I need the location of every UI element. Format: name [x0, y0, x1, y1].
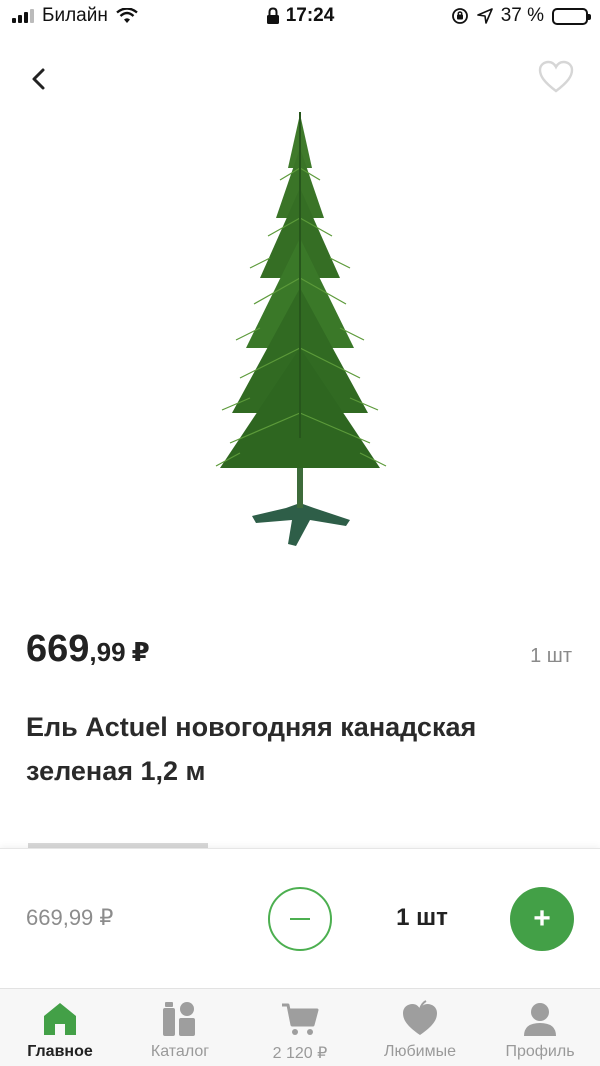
tab-favorites-label: Любимые	[384, 1043, 456, 1060]
status-bar: Билайн 17:24 37 %	[0, 0, 600, 34]
tab-favorites[interactable]: Любимые	[360, 989, 480, 1066]
orientation-lock-icon	[451, 8, 468, 24]
price-fraction: ,99	[89, 637, 126, 667]
battery-percent: 37 %	[500, 5, 544, 26]
quantity-value: 1 шт	[396, 904, 448, 931]
battery-icon	[552, 7, 591, 25]
price-integer: 669	[26, 628, 90, 670]
profile-icon	[524, 1003, 556, 1036]
tab-catalog-label: Каталог	[150, 1043, 210, 1060]
tab-cart[interactable]: 2 120 ₽	[240, 989, 360, 1066]
heart-icon	[403, 1000, 437, 1035]
christmas-tree-image	[215, 112, 387, 546]
home-icon	[44, 1003, 76, 1035]
tab-profile-label: Профиль	[505, 1043, 575, 1060]
minus-icon	[290, 917, 310, 921]
tab-catalog[interactable]: Каталог	[120, 989, 240, 1066]
cart-icon	[282, 1003, 319, 1035]
tab-profile[interactable]: Профиль	[480, 989, 600, 1066]
purchase-price: 669,99 ₽	[26, 905, 114, 930]
product-price: 669,99 ₽	[26, 628, 150, 671]
tab-home-label: Главное	[27, 1043, 93, 1060]
chevron-left-icon	[32, 68, 45, 90]
plus-icon: +	[533, 902, 551, 935]
location-arrow-icon	[476, 8, 493, 24]
catalog-icon	[163, 1002, 195, 1036]
product-title: Ель Actuel новогодняя канадская зеленая …	[26, 712, 477, 786]
favorite-button[interactable]	[538, 60, 574, 94]
product-unit: 1 шт	[530, 645, 572, 667]
decrease-quantity-button[interactable]	[268, 887, 332, 951]
increase-quantity-button[interactable]: +	[510, 887, 574, 951]
status-right: 37 %	[451, 5, 591, 27]
status-time: 17:24	[285, 5, 335, 26]
heart-outline-icon	[538, 60, 574, 93]
lock-icon	[266, 7, 279, 24]
tab-cart-label: 2 120 ₽	[272, 1045, 328, 1062]
back-button[interactable]	[26, 62, 56, 96]
tab-home[interactable]: Главное	[0, 989, 120, 1066]
purchase-bar: 669,99 ₽ 1 шт +	[0, 848, 600, 988]
tab-bar: Главное Каталог 2 120 ₽ Любимые Профиль	[0, 988, 600, 1066]
price-currency: ₽	[131, 637, 150, 667]
